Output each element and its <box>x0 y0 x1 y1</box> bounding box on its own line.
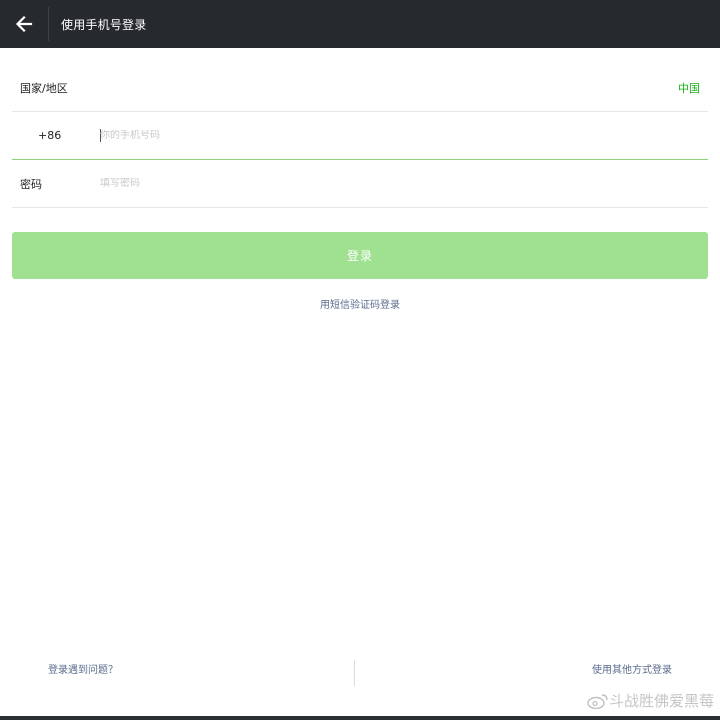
back-button[interactable] <box>0 0 48 48</box>
password-label: 密码 <box>20 177 42 191</box>
arrow-left-icon <box>15 15 33 33</box>
phone-input[interactable] <box>100 130 600 141</box>
region-label: 国家/地区 <box>20 81 68 95</box>
region-value[interactable]: 中国 <box>678 80 708 96</box>
login-button[interactable]: 登录 <box>12 232 708 279</box>
login-page: 使用手机号登录 国家/地区 中国 +86 密码 登录 用短信验证码登录 登录遇到… <box>0 0 720 720</box>
other-login-methods-link[interactable]: 使用其他方式登录 <box>592 661 672 676</box>
password-row: 密码 <box>12 160 708 208</box>
login-trouble-link[interactable]: 登录遇到问题？ <box>48 661 118 676</box>
phone-input-wrap <box>100 129 600 142</box>
phone-row: +86 <box>12 112 708 160</box>
sms-login-link[interactable]: 用短信验证码登录 <box>0 296 720 311</box>
app-bar: 使用手机号登录 <box>0 0 720 48</box>
country-code[interactable]: +86 <box>12 129 100 142</box>
watermark: 斗战胜佛爱黑莓 <box>587 690 714 711</box>
weibo-logo-icon <box>587 693 608 709</box>
page-title: 使用手机号登录 <box>61 17 147 32</box>
watermark-text: 斗战胜佛爱黑莓 <box>608 692 714 710</box>
appbar-divider <box>48 7 49 41</box>
footer-divider <box>354 660 355 686</box>
region-row[interactable]: 国家/地区 中国 <box>12 64 708 112</box>
password-input[interactable] <box>100 178 600 189</box>
bottom-edge <box>0 716 720 720</box>
